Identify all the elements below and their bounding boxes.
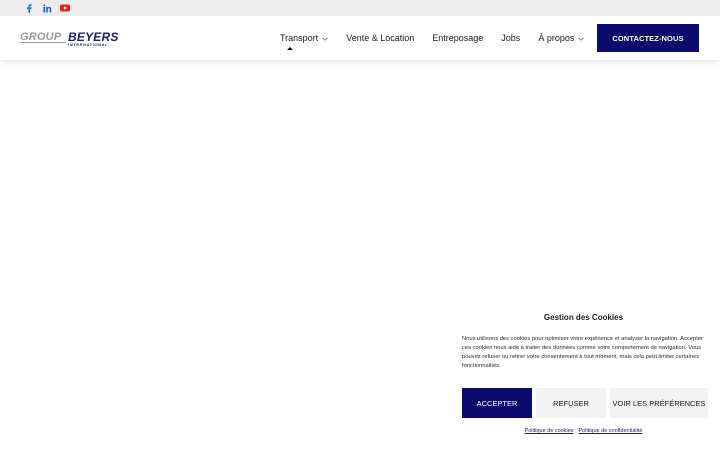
social-topbar — [0, 0, 720, 16]
main-nav: Transport Vente & Location Entreposage J… — [280, 16, 602, 60]
youtube-icon[interactable] — [60, 3, 70, 13]
facebook-icon[interactable] — [24, 3, 34, 13]
linkedin-icon[interactable] — [42, 3, 52, 13]
contact-button[interactable]: CONTACTEZ-NOUS — [597, 24, 699, 52]
nav-item-vente-location[interactable]: Vente & Location — [346, 33, 414, 43]
chevron-down-icon — [322, 33, 328, 43]
privacy-policy-link[interactable]: Politique de confidentialité — [579, 428, 643, 434]
nav-item-label: Transport — [280, 33, 319, 43]
view-preferences-button[interactable]: VOIR LES PRÉFÉRENCES — [610, 388, 708, 418]
logo-underline — [20, 42, 66, 43]
accept-cookies-button[interactable]: ACCEPTER — [462, 388, 532, 418]
group-beyers-logo[interactable]: GROUP BEYERS INTERNATIONAL — [20, 30, 120, 48]
nav-item-entreposage[interactable]: Entreposage — [432, 33, 483, 43]
nav-item-label: Jobs — [501, 33, 521, 43]
cookie-actions: ACCEPTER REFUSER VOIR LES PRÉFÉRENCES — [462, 388, 708, 418]
logo-international-text: INTERNATIONAL — [68, 42, 109, 47]
refuse-cookies-button[interactable]: REFUSER — [536, 388, 606, 418]
chevron-down-icon — [578, 33, 585, 43]
nav-item-jobs[interactable]: Jobs — [501, 33, 520, 43]
cookie-policy-link[interactable]: Politique de cookies — [525, 428, 574, 434]
nav-item-a-propos[interactable]: À propos — [538, 33, 585, 43]
active-pointer-icon — [287, 47, 293, 50]
nav-item-label: Entreposage — [432, 33, 484, 43]
cookie-policy-links: Politique de cookies Politique de confid… — [452, 428, 715, 434]
cookie-banner: Gestion des Cookies Nous utilisons des c… — [452, 304, 720, 450]
cookie-title: Gestion des Cookies — [543, 313, 624, 322]
site-header: GROUP BEYERS INTERNATIONAL Transport Ven… — [0, 16, 720, 60]
cookie-description: Nous utilisons des cookies pour optimise… — [462, 336, 704, 369]
nav-item-label: Vente & Location — [346, 33, 415, 43]
nav-item-label: À propos — [538, 33, 575, 43]
nav-item-transport[interactable]: Transport — [280, 33, 328, 50]
